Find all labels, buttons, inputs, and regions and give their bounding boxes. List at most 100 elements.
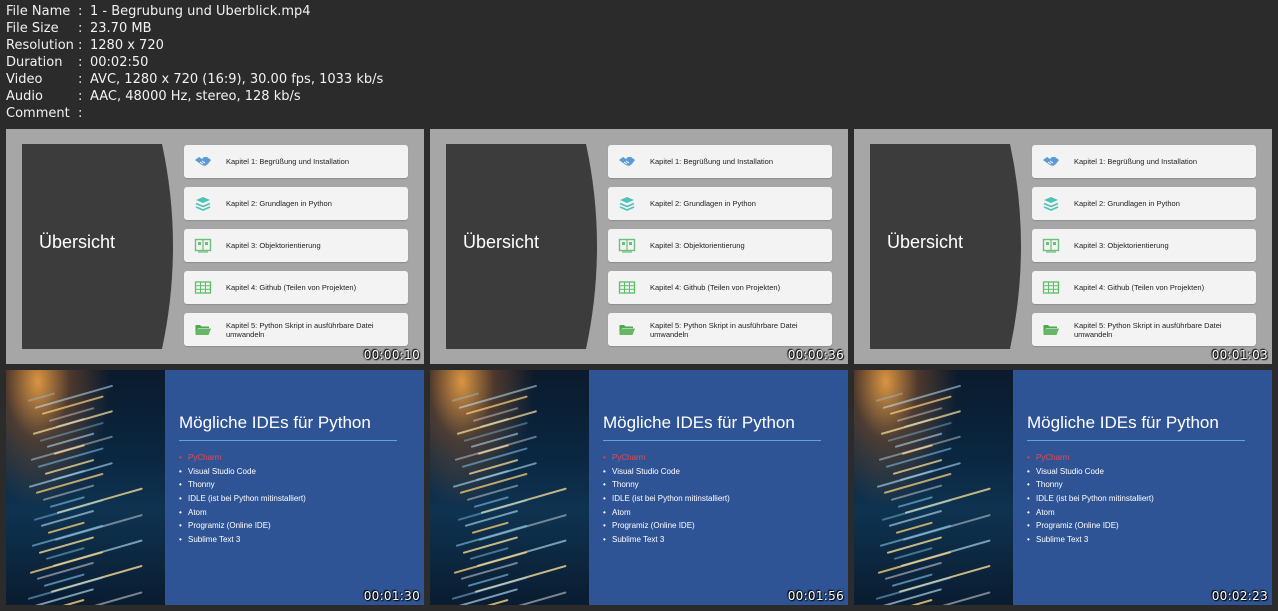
code-line [875, 392, 904, 402]
bullet: • [1027, 535, 1030, 545]
code-line [464, 510, 519, 528]
thumbnail-ide-slide[interactable]: Mögliche IDEs für Python • PyCharm • Visual … [430, 370, 848, 605]
chapter-label: Kapitel 4: Github (Teilen von Projekten) [226, 283, 357, 292]
metadata-label: Audio [6, 89, 43, 104]
ide-name: PyCharm [612, 453, 646, 462]
file-metadata: File Name:1 - Begrubung und Uberblick.mp… [6, 3, 383, 122]
ide-name: Visual Studio Code [1036, 466, 1104, 476]
code-line [36, 561, 94, 581]
book-icon [618, 237, 636, 254]
handshake-icon [1042, 153, 1060, 170]
bullet: • [603, 494, 606, 504]
bullet: • [179, 535, 182, 545]
code-screen-photo [854, 370, 1013, 605]
chapter-label: Kapitel 2: Grundlagen in Python [650, 199, 756, 208]
chapter-item: Kapitel 1: Begrüßung und Installation [1032, 145, 1256, 178]
ide-list-item: • Programiz (Online IDE) [603, 521, 730, 535]
ide-list-item: • Visual Studio Code [1027, 467, 1154, 481]
chapter-label: Kapitel 3: Objektorientierung [226, 241, 321, 250]
bullet: • [179, 453, 182, 462]
metadata-value: AVC, 1280 x 720 (16:9), 30.00 fps, 1033 … [90, 72, 384, 87]
chapter-item: Kapitel 5: Python Skript in ausführbare … [608, 313, 832, 346]
chapter-item: Kapitel 3: Objektorientierung [608, 229, 832, 262]
overview-title: Übersicht [463, 232, 540, 252]
bullet: • [179, 507, 182, 517]
bullet: • [179, 480, 182, 490]
ide-list-item: • Atom [179, 508, 306, 522]
thumbnail-ide-slide[interactable]: Mögliche IDEs für Python • PyCharm • Visual … [854, 370, 1272, 605]
chapter-label: Kapitel 1: Begrüßung und Installation [650, 157, 773, 166]
metadata-row: File Size:23.70 MB [6, 20, 383, 37]
chapter-item: Kapitel 5: Python Skript in ausführbare … [1032, 313, 1256, 346]
chapter-item: Kapitel 4: Github (Teilen von Projekten) [608, 271, 832, 304]
chapter-item: Kapitel 4: Github (Teilen von Projekten) [184, 271, 408, 304]
ide-name: Visual Studio Code [612, 466, 680, 476]
thumbnail-overview-slide[interactable]: Übersicht Kapitel 1: Begrüßung und Instal… [6, 129, 424, 364]
code-line [458, 587, 518, 605]
ide-list-item: • Visual Studio Code [603, 467, 730, 481]
code-line [884, 561, 942, 581]
bullet: • [1027, 494, 1030, 504]
folder-icon [194, 321, 212, 338]
stack-icon [618, 195, 636, 212]
ide-list-item: • Thonny [179, 480, 306, 494]
overview-title-panel: Übersicht [446, 144, 606, 349]
ide-list-item: • Programiz (Online IDE) [1027, 521, 1154, 535]
metadata-row: File Name:1 - Begrubung und Uberblick.mp… [6, 3, 383, 20]
bullet: • [1027, 466, 1030, 476]
overview-title-panel: Übersicht [870, 144, 1030, 349]
title-divider [1027, 440, 1245, 441]
bullet: • [603, 480, 606, 490]
ide-list-item: • IDLE (ist bei Python mitinstalliert) [1027, 494, 1154, 508]
thumbnail-overview-slide[interactable]: Übersicht Kapitel 1: Begrüßung und Instal… [854, 129, 1272, 364]
chapter-list: Kapitel 1: Begrüßung und Installation Kap… [608, 145, 832, 355]
metadata-value: 1 - Begrubung und Uberblick.mp4 [90, 4, 311, 19]
metadata-label: Comment [6, 106, 70, 121]
chapter-label: Kapitel 5: Python Skript in ausführbare … [226, 320, 374, 339]
chapter-label: Kapitel 2: Grundlagen in Python [226, 199, 332, 208]
bullet: • [179, 521, 182, 531]
metadata-colon: : [78, 38, 83, 53]
code-screen-photo [6, 370, 165, 605]
chapter-item: Kapitel 2: Grundlagen in Python [608, 187, 832, 220]
chapter-item: Kapitel 1: Begrüßung und Installation [184, 145, 408, 178]
ide-list-item: • IDLE (ist bei Python mitinstalliert) [179, 494, 306, 508]
ide-list-item: • PyCharm [1027, 453, 1154, 467]
metadata-colon: : [78, 55, 83, 70]
ide-name: Programiz (Online IDE) [1036, 521, 1119, 531]
thumbnail-overview-slide[interactable]: Übersicht Kapitel 1: Begrüßung und Instal… [430, 129, 848, 364]
ide-name: Sublime Text 3 [188, 535, 241, 545]
thumbnail-ide-slide[interactable]: Mögliche IDEs für Python • PyCharm • Visual … [6, 370, 424, 605]
bullet: • [1027, 507, 1030, 517]
ide-name: PyCharm [188, 453, 222, 462]
chapter-label: Kapitel 5: Python Skript in ausführbare … [1074, 320, 1222, 339]
ide-list-item: • PyCharm [179, 453, 306, 467]
ide-slide-title: Mögliche IDEs für Python [1027, 413, 1219, 432]
ide-list-item: • IDLE (ist bei Python mitinstalliert) [603, 494, 730, 508]
metadata-label: Duration [6, 55, 63, 70]
table-icon [194, 279, 212, 296]
ide-name: Thonny [188, 480, 215, 490]
ide-list-item: • Sublime Text 3 [179, 535, 306, 549]
metadata-colon: : [78, 106, 83, 121]
ide-list-item: • PyCharm [603, 453, 730, 467]
timestamp-label: 00:02:23 [1211, 589, 1268, 603]
metadata-value: 00:02:50 [90, 55, 149, 70]
handshake-icon [618, 153, 636, 170]
metadata-value: 1280 x 720 [90, 38, 164, 53]
code-screen-photo [430, 370, 589, 605]
chapter-label: Kapitel 5: Python Skript in ausführbare … [650, 320, 798, 339]
chapter-label: Kapitel 4: Github (Teilen von Projekten) [650, 283, 781, 292]
ide-slide-title: Mögliche IDEs für Python [603, 413, 795, 432]
book-icon [1042, 237, 1060, 254]
bullet: • [179, 466, 182, 476]
timestamp-label: 00:01:56 [787, 589, 844, 603]
ide-name: Visual Studio Code [188, 466, 256, 476]
bullet: • [603, 453, 606, 462]
metadata-label: File Size [6, 21, 59, 36]
bullet: • [603, 507, 606, 517]
ide-name: Atom [1036, 507, 1055, 517]
chapter-label: Kapitel 3: Objektorientierung [1074, 241, 1169, 250]
bullet: • [1027, 521, 1030, 531]
ide-list-item: • Sublime Text 3 [603, 535, 730, 549]
